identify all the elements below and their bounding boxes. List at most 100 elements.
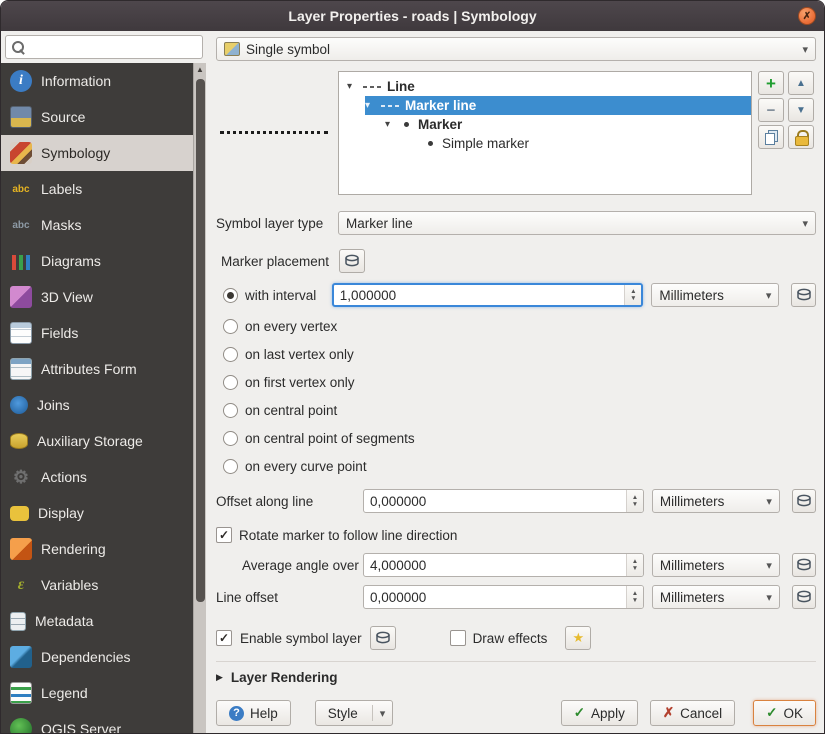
spin-up-icon[interactable]: ▲ xyxy=(632,494,638,501)
on-every-vertex-radio[interactable] xyxy=(223,319,238,334)
interval-unit-combo[interactable]: Millimeters ▾ xyxy=(651,283,779,307)
data-defined-override-button[interactable] xyxy=(370,626,396,650)
tree-item-simple-marker[interactable]: Simple marker xyxy=(339,134,751,153)
tree-item-marker[interactable]: ▾ Marker xyxy=(339,115,751,134)
sidebar-item-metadata[interactable]: Metadata xyxy=(1,603,193,639)
sidebar-item-labels[interactable]: abc Labels xyxy=(1,171,193,207)
on-last-vertex-only-radio[interactable] xyxy=(223,347,238,362)
star-icon: ★ xyxy=(573,630,585,645)
sidebar-item-variables[interactable]: ε Variables xyxy=(1,567,193,603)
auxiliary-storage-icon xyxy=(10,433,28,449)
expander-icon[interactable]: ▾ xyxy=(385,119,395,130)
offset-along-line-spinbox[interactable]: 0,000000 ▲ ▼ xyxy=(363,489,644,513)
search-row xyxy=(1,31,206,63)
offset-unit-combo[interactable]: Millimeters ▾ xyxy=(652,489,780,513)
symbol-layer-type-combo[interactable]: Marker line ▾ xyxy=(338,211,816,235)
spin-down-icon[interactable]: ▼ xyxy=(632,597,638,604)
spin-down-icon[interactable]: ▼ xyxy=(632,565,638,572)
layer-properties-dialog: Layer Properties - roads | Symbology ✗ i… xyxy=(0,0,825,734)
sidebar-item-actions[interactable]: ⚙ Actions xyxy=(1,459,193,495)
sidebar-item-information[interactable]: i Information xyxy=(1,63,193,99)
ok-button[interactable]: ✓ OK xyxy=(753,700,816,726)
chevron-down-icon: ▾ xyxy=(766,591,772,604)
layer-rendering-collapsible[interactable]: ▶ Layer Rendering xyxy=(216,670,816,685)
separator xyxy=(216,661,816,662)
expander-icon[interactable]: ▾ xyxy=(365,100,375,111)
sidebar-scrollbar[interactable]: ▲ xyxy=(193,63,206,733)
on-every-curve-point-radio[interactable] xyxy=(223,459,238,474)
data-defined-override-button[interactable] xyxy=(792,553,816,577)
sidebar-item-attributes-form[interactable]: Attributes Form xyxy=(1,351,193,387)
with-interval-radio[interactable] xyxy=(223,288,238,303)
symbol-layer-type-row: Symbol layer type Marker line ▾ xyxy=(216,211,816,235)
spinner-arrows[interactable]: ▲ ▼ xyxy=(624,285,641,305)
search-input[interactable] xyxy=(26,37,202,57)
sidebar-item-auxiliary-storage[interactable]: Auxiliary Storage xyxy=(1,423,193,459)
average-angle-spinbox[interactable]: 4,000000 ▲ ▼ xyxy=(363,553,644,577)
expander-icon[interactable]: ▾ xyxy=(347,81,357,92)
help-button[interactable]: ? Help xyxy=(216,700,291,726)
sidebar-item-source[interactable]: Source xyxy=(1,99,193,135)
line-offset-row: Line offset 0,000000 ▲ ▼ Millimeters ▾ xyxy=(216,585,816,609)
source-icon xyxy=(10,106,32,128)
cancel-button[interactable]: ✗ Cancel xyxy=(650,700,735,726)
symbol-type-combo[interactable]: Single symbol ▾ xyxy=(216,37,816,61)
spin-down-icon[interactable]: ▼ xyxy=(630,295,636,302)
on-central-point-of-segments-radio[interactable] xyxy=(223,431,238,446)
line-offset-unit-combo[interactable]: Millimeters ▾ xyxy=(652,585,780,609)
interval-spinbox[interactable]: 1,000000 ▲ ▼ xyxy=(332,283,644,307)
scrollbar-thumb[interactable] xyxy=(196,79,205,602)
sidebar-item-qgis-server[interactable]: QGIS Server xyxy=(1,711,193,733)
apply-button[interactable]: ✓ Apply xyxy=(561,700,638,726)
titlebar[interactable]: Layer Properties - roads | Symbology ✗ xyxy=(1,1,824,31)
lock-color-button[interactable] xyxy=(788,125,814,149)
sidebar-item-label: Fields xyxy=(41,325,78,341)
spinner-arrows[interactable]: ▲ ▼ xyxy=(626,490,643,512)
sidebar-item-symbology[interactable]: Symbology xyxy=(1,135,193,171)
spinner-arrows[interactable]: ▲ ▼ xyxy=(626,554,643,576)
spin-up-icon[interactable]: ▲ xyxy=(632,590,638,597)
sidebar-item-legend[interactable]: Legend xyxy=(1,675,193,711)
tree-item-marker-line[interactable]: ▾ Marker line xyxy=(339,96,751,115)
line-offset-spinbox[interactable]: 0,000000 ▲ ▼ xyxy=(363,585,644,609)
on-first-vertex-only-radio[interactable] xyxy=(223,375,238,390)
spinner-arrows[interactable]: ▲ ▼ xyxy=(626,586,643,608)
data-defined-override-button[interactable] xyxy=(339,249,365,273)
spin-up-icon[interactable]: ▲ xyxy=(632,558,638,565)
enable-symbol-layer-checkbox[interactable]: ✓ xyxy=(216,630,232,646)
move-down-button[interactable]: ▼ xyxy=(788,98,814,122)
on-central-point-radio[interactable] xyxy=(223,403,238,418)
tree-selection[interactable]: ▾ Marker line xyxy=(365,96,751,115)
search-box[interactable] xyxy=(5,35,203,59)
sidebar-item-joins[interactable]: Joins xyxy=(1,387,193,423)
sidebar-item-fields[interactable]: Fields xyxy=(1,315,193,351)
move-up-button[interactable]: ▲ xyxy=(788,71,814,95)
rotate-marker-checkbox[interactable]: ✓ xyxy=(216,527,232,543)
data-defined-override-button[interactable] xyxy=(791,283,816,307)
data-defined-icon xyxy=(796,493,812,509)
sidebar-item-display[interactable]: Display xyxy=(1,495,193,531)
remove-symbol-layer-button[interactable]: − xyxy=(758,98,784,122)
offset-value: 0,000000 xyxy=(364,494,626,509)
duplicate-symbol-layer-button[interactable] xyxy=(758,125,784,149)
sidebar-item-3d-view[interactable]: 3D View xyxy=(1,279,193,315)
sidebar-item-diagrams[interactable]: Diagrams xyxy=(1,243,193,279)
draw-effects-checkbox[interactable] xyxy=(450,630,466,646)
data-defined-override-button[interactable] xyxy=(792,585,816,609)
tree-item-line[interactable]: ▾ Line xyxy=(339,77,751,96)
customize-effects-button[interactable]: ★ xyxy=(565,626,591,650)
sidebar-item-dependencies[interactable]: Dependencies xyxy=(1,639,193,675)
style-button[interactable]: Style ▾ xyxy=(315,700,394,726)
average-angle-unit-combo[interactable]: Millimeters ▾ xyxy=(652,553,780,577)
style-label: Style xyxy=(328,706,358,721)
add-symbol-layer-button[interactable]: + xyxy=(758,71,784,95)
sidebar-item-label: Legend xyxy=(41,685,88,701)
spin-down-icon[interactable]: ▼ xyxy=(632,501,638,508)
sidebar-item-masks[interactable]: abc Masks xyxy=(1,207,193,243)
close-button[interactable]: ✗ xyxy=(798,7,816,25)
sidebar-item-rendering[interactable]: Rendering xyxy=(1,531,193,567)
data-defined-override-button[interactable] xyxy=(792,489,816,513)
symbol-layer-tree: ▾ Line ▾ Marker line ▾ Ma xyxy=(338,71,752,195)
scroll-up-icon[interactable]: ▲ xyxy=(196,63,204,77)
spin-up-icon[interactable]: ▲ xyxy=(630,288,636,295)
